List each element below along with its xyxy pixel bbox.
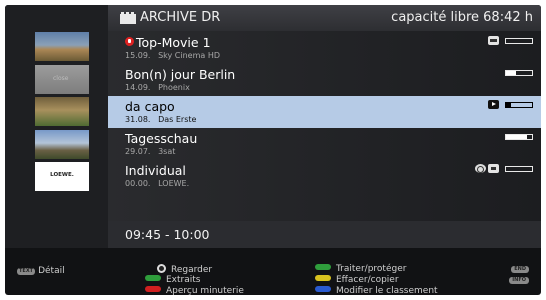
- recording-date: 14.09.: [125, 83, 151, 92]
- recording-row-top-movie[interactable]: Top-Movie 1 15.09. Sky Cinema HD: [108, 32, 541, 64]
- extracts-hint[interactable]: Extraits: [145, 275, 200, 285]
- progress-fill: [506, 103, 512, 107]
- tv-screen: close LOEWE. ARCHIVE DR capacité libre 6…: [0, 0, 546, 300]
- button-hint-bar: TEXT Détail Regarder Extraits Aperçu minu…: [5, 248, 541, 295]
- edit-icon: [488, 164, 499, 173]
- red-button-icon: [145, 286, 161, 292]
- delete-copy-hint[interactable]: Effacer/copier: [315, 275, 399, 285]
- free-capacity-text: capacité libre 68:42 h: [391, 10, 533, 25]
- end-button[interactable]: END: [511, 266, 529, 273]
- recording-title: Bon(n) jour Berlin: [125, 67, 236, 82]
- detail-hint[interactable]: TEXT Détail: [17, 266, 65, 276]
- progress-bar: [505, 102, 533, 108]
- extracts-label: Extraits: [166, 275, 201, 285]
- loewe-logo: LOEWE.: [50, 172, 74, 178]
- recording-row-da-capo[interactable]: da capo 31.08. Das Erste: [108, 96, 541, 128]
- recording-row-tagesschau[interactable]: Tagesschau 29.07. 3sat: [108, 128, 541, 160]
- timer-preview-hint[interactable]: Aperçu minuterie: [145, 286, 244, 295]
- thumbnail-column: close LOEWE.: [5, 5, 108, 248]
- sort-label: Modifier le classement: [336, 286, 438, 295]
- progress-bar: [505, 166, 533, 172]
- thumbnail-caption: close: [53, 75, 69, 82]
- recording-title: da capo: [125, 99, 175, 114]
- recording-row-bonjour-berlin[interactable]: Bon(n) jour Berlin 14.09. Phoenix: [108, 64, 541, 96]
- archive-title: ARCHIVE DR: [140, 10, 221, 25]
- recording-date: 31.08.: [125, 115, 151, 124]
- recording-title: Tagesschau: [125, 131, 198, 146]
- recording-date: 00.00.: [125, 179, 151, 188]
- green-button-icon: [145, 275, 161, 281]
- recording-date: 15.09.: [125, 51, 151, 60]
- progress-fill: [506, 71, 517, 75]
- text-key-icon: TEXT: [17, 268, 36, 275]
- lock-icon: [125, 37, 134, 46]
- header-bar: ARCHIVE DR capacité libre 68:42 h: [108, 5, 541, 31]
- recording-date: 29.07.: [125, 147, 151, 156]
- recording-channel: Sky Cinema HD: [158, 51, 221, 60]
- key-icon: [488, 36, 499, 45]
- progress-bar: [505, 70, 533, 76]
- recording-channel: Phoenix: [158, 83, 190, 92]
- thumbnail-da-capo: [35, 97, 89, 126]
- thumbnail-top-movie: [35, 32, 89, 61]
- edit-protect-label: Traiter/protéger: [336, 264, 407, 274]
- yellow-button-icon: [315, 275, 331, 281]
- timer-preview-label: Aperçu minuterie: [166, 286, 244, 295]
- watch-hint[interactable]: Regarder: [157, 264, 212, 275]
- thumbnail-bonjour-berlin: close: [35, 65, 89, 94]
- recording-title: Top-Movie 1: [136, 35, 211, 50]
- time-range: 09:45 - 10:00: [125, 227, 210, 242]
- time-range-box: 09:45 - 10:00: [108, 221, 541, 248]
- progress-fill: [506, 135, 527, 139]
- progress-bar: [505, 38, 533, 44]
- ok-button-icon: [157, 264, 166, 273]
- thumbnail-tagesschau: [35, 130, 89, 159]
- edit-protect-hint[interactable]: Traiter/protéger: [315, 264, 406, 274]
- detail-label: Détail: [38, 266, 65, 276]
- sort-hint[interactable]: Modifier le classement: [315, 286, 438, 295]
- recording-channel: LOEWE.: [158, 179, 190, 188]
- green-button-icon: [315, 264, 331, 270]
- archive-window: close LOEWE. ARCHIVE DR capacité libre 6…: [5, 5, 541, 295]
- blue-button-icon: [315, 286, 331, 292]
- info-button[interactable]: INFO: [509, 277, 529, 284]
- watch-label: Regarder: [171, 265, 213, 275]
- film-archive-icon: [120, 12, 136, 24]
- recording-row-individual[interactable]: Individual 00.00. LOEWE.: [108, 160, 541, 192]
- progress-bar: [505, 134, 533, 140]
- recording-title: Individual: [125, 163, 186, 178]
- thumbnail-individual: LOEWE.: [35, 162, 89, 191]
- delete-copy-label: Effacer/copier: [336, 275, 399, 285]
- play-icon: [488, 100, 499, 109]
- recording-channel: 3sat: [158, 147, 176, 156]
- timer-icon: [475, 164, 486, 173]
- recording-channel: Das Erste: [158, 115, 197, 124]
